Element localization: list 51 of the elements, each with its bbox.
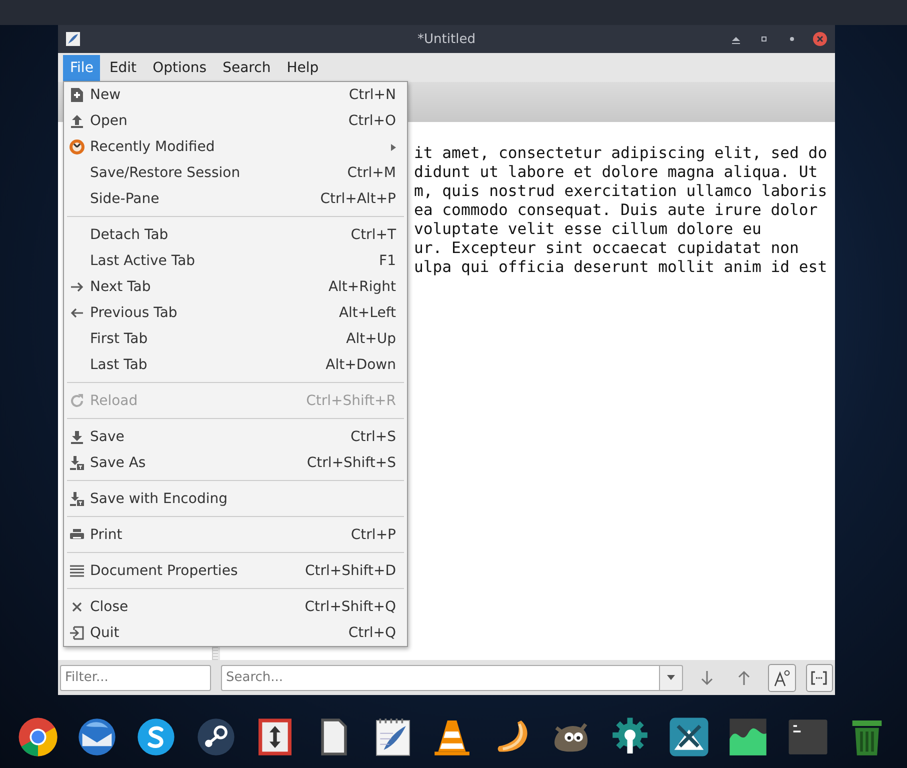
- filter-field[interactable]: Filter...: [60, 664, 211, 690]
- browser-icon[interactable]: [16, 715, 60, 759]
- menu-entry[interactable]: Previous Tab Alt+Left: [64, 300, 407, 326]
- text-line: ulpa qui officia deserunt mollit anim id est: [414, 258, 828, 277]
- menu-entry[interactable]: Quit Ctrl+Q: [64, 620, 407, 646]
- menu-entry[interactable]: First Tab Alt+Up: [64, 326, 407, 352]
- menu-item[interactable]: Options: [146, 54, 214, 80]
- menu-entry[interactable]: Detach Tab Ctrl+T: [64, 222, 407, 248]
- brackets-icon: [810, 668, 828, 686]
- menu-entry[interactable]: Open Ctrl+O: [64, 108, 407, 134]
- menu-entry[interactable]: New Ctrl+N: [64, 82, 407, 108]
- tools-icon[interactable]: [667, 715, 712, 759]
- close-icon[interactable]: [813, 32, 827, 46]
- menu-entry[interactable]: Save As Ctrl+Shift+S: [64, 450, 407, 476]
- match-case-button[interactable]: [768, 664, 796, 692]
- text-line: voluptate velit esse cillum dolore eu: [414, 220, 762, 239]
- menu-entry[interactable]: Save/Restore Session Ctrl+M: [64, 160, 407, 186]
- new-document-icon: [69, 87, 85, 103]
- search-field[interactable]: Search...: [221, 664, 660, 690]
- download-icon: [69, 429, 85, 445]
- menu-entry[interactable]: Next Tab Alt+Right: [64, 274, 407, 300]
- match-case-icon: [772, 668, 791, 686]
- menu-entry[interactable]: Print Ctrl+P: [64, 522, 407, 548]
- text-line: ur. Excepteur sint occaecat cupidatat non: [414, 239, 800, 258]
- menu-entry[interactable]: Side-Pane Ctrl+Alt+P: [64, 186, 407, 212]
- menu-entry[interactable]: Document Properties Ctrl+Shift+D: [64, 558, 407, 584]
- caret-icon: [667, 675, 676, 680]
- clock-icon: [69, 139, 85, 155]
- download-icon: [69, 455, 85, 471]
- whole-word-button[interactable]: [806, 664, 834, 692]
- menu-entry[interactable]: Save Ctrl+S: [64, 424, 407, 450]
- menu-item[interactable]: Search: [216, 54, 278, 80]
- menu-entry[interactable]: Last Active Tab F1: [64, 248, 407, 274]
- dropdown-button[interactable]: [659, 664, 684, 690]
- window-title: *Untitled: [418, 32, 476, 46]
- text-line: it amet, consectetur adipiscing elit, sed do: [414, 144, 828, 163]
- reload-icon: [69, 393, 85, 409]
- text-line: m, quis nostrud exercitation ullamco laboris: [414, 182, 828, 201]
- upload-icon: [69, 113, 85, 129]
- menu-entry[interactable]: Save with Encoding: [64, 486, 407, 512]
- menu-entry[interactable]: Close Ctrl+Shift+Q: [64, 594, 407, 620]
- text-line: didunt ut labore et dolore magna aliqua. Ut: [414, 163, 819, 182]
- menu-entry[interactable]: Last Tab Alt+Down: [64, 352, 407, 378]
- exit-icon: [69, 625, 85, 641]
- menu-item[interactable]: Help: [280, 54, 326, 80]
- menu-entry[interactable]: Recently Modified: [64, 134, 407, 160]
- lines-icon: [69, 563, 85, 579]
- quill-icon: [66, 32, 80, 46]
- menu-item[interactable]: Edit: [102, 54, 144, 80]
- download-icon: [69, 491, 85, 507]
- text-line: ea commodo consequat. Duis aute irure dolor: [414, 201, 819, 220]
